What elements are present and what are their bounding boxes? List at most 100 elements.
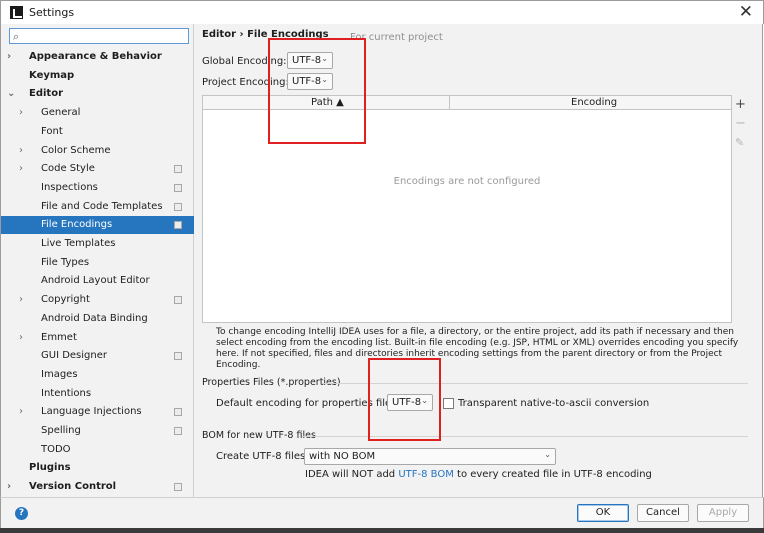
remove-icon[interactable]: − bbox=[735, 116, 746, 131]
sidebar-item-label: Language Injections bbox=[41, 406, 142, 418]
chevron-right-icon[interactable]: › bbox=[19, 104, 23, 122]
sidebar-item-label: Keymap bbox=[29, 69, 75, 81]
intellij-app-icon bbox=[10, 6, 23, 19]
empty-table-message: Encodings are not configured bbox=[393, 176, 541, 187]
sidebar-item[interactable]: File Types bbox=[1, 254, 194, 272]
sidebar-item-label: Live Templates bbox=[41, 238, 116, 249]
ok-button[interactable]: OK bbox=[577, 504, 629, 522]
section-divider bbox=[302, 436, 748, 437]
section-divider bbox=[322, 383, 748, 384]
sidebar-item-label: Android Data Binding bbox=[41, 312, 148, 324]
sidebar-item[interactable]: File and Code Templates bbox=[1, 198, 194, 216]
search-icon: ⌕ bbox=[13, 30, 20, 43]
chevron-right-icon[interactable]: › bbox=[19, 160, 23, 178]
transparent-conversion-label[interactable]: Transparent native-to-ascii conversion bbox=[458, 398, 649, 409]
sidebar-item[interactable]: › General bbox=[1, 104, 194, 122]
settings-sidebar: ⌕ › Appearance & Behavior Keymap ⌄ Editor › Ge… bbox=[0, 24, 194, 497]
sidebar-item[interactable]: Font bbox=[1, 123, 194, 141]
chevron-down-icon: ⌄ bbox=[421, 396, 428, 405]
sidebar-item-label: Inspections bbox=[41, 181, 98, 193]
sidebar-item[interactable]: Plugins bbox=[1, 459, 194, 477]
encoding-help-text: To change encoding IntelliJ IDEA uses fo… bbox=[216, 327, 739, 370]
project-settings-icon bbox=[174, 352, 182, 361]
project-encoding-select[interactable]: UTF-8 ⌄ bbox=[287, 73, 333, 90]
sidebar-item[interactable]: Spelling bbox=[1, 422, 194, 440]
project-settings-icon bbox=[174, 221, 182, 230]
sidebar-item-label: GUI Designer bbox=[41, 350, 107, 362]
project-settings-icon bbox=[174, 296, 182, 305]
sidebar-item-label: Editor bbox=[29, 88, 63, 100]
apply-button[interactable]: Apply bbox=[697, 504, 749, 522]
sidebar-item[interactable]: Intentions bbox=[1, 385, 194, 403]
project-encoding-label: Project Encoding: bbox=[202, 77, 289, 88]
sidebar-item[interactable]: Android Data Binding bbox=[1, 310, 194, 328]
column-header-path[interactable]: Path ▲ bbox=[311, 97, 344, 108]
properties-section-title: Properties Files (*.properties) bbox=[202, 377, 341, 388]
global-encoding-label: Global Encoding: bbox=[202, 56, 287, 67]
project-settings-icon bbox=[174, 483, 182, 492]
breadcrumb: Editor › File Encodings bbox=[202, 29, 329, 40]
properties-encoding-select[interactable]: UTF-8 ⌄ bbox=[387, 394, 433, 411]
project-settings-icon bbox=[174, 183, 182, 192]
title-bar: Settings ✕ bbox=[0, 0, 764, 24]
cancel-button[interactable]: Cancel bbox=[637, 504, 689, 522]
create-utf8-label: Create UTF-8 files: bbox=[216, 451, 309, 462]
sidebar-item-label: Intentions bbox=[41, 387, 92, 399]
sidebar-item[interactable]: Inspections bbox=[1, 179, 194, 197]
sidebar-item-label: Images bbox=[41, 368, 78, 380]
close-icon[interactable]: ✕ bbox=[739, 2, 753, 22]
sidebar-item[interactable]: Keymap bbox=[1, 67, 194, 85]
bom-note-prefix: IDEA will NOT add bbox=[305, 469, 399, 480]
sidebar-item[interactable]: Images bbox=[1, 366, 194, 384]
sidebar-item[interactable]: › Emmet bbox=[1, 329, 194, 347]
sidebar-item[interactable]: TODO bbox=[1, 441, 194, 459]
sidebar-item-label: File Encodings bbox=[41, 219, 113, 231]
sidebar-item[interactable]: › Version Control bbox=[1, 478, 194, 496]
bom-section-title: BOM for new UTF-8 files bbox=[202, 430, 316, 441]
chevron-right-icon[interactable]: › bbox=[19, 142, 23, 160]
chevron-down-icon: ⌄ bbox=[321, 54, 328, 63]
sidebar-item[interactable]: › Language Injections bbox=[1, 403, 194, 421]
sidebar-item-label: Copyright bbox=[41, 294, 90, 306]
global-encoding-value: UTF-8 bbox=[292, 55, 322, 66]
chevron-right-icon[interactable]: › bbox=[19, 329, 23, 347]
sidebar-item[interactable]: › Color Scheme bbox=[1, 142, 194, 160]
window-title: Settings bbox=[29, 6, 75, 19]
sidebar-item[interactable]: Android Layout Editor bbox=[1, 272, 194, 290]
chevron-right-icon[interactable]: › bbox=[19, 403, 23, 421]
project-settings-icon bbox=[174, 165, 182, 174]
chevron-right-icon[interactable]: › bbox=[7, 48, 11, 66]
sidebar-item-label: General bbox=[41, 107, 81, 119]
sidebar-item-label: Code Style bbox=[41, 163, 95, 175]
add-icon[interactable]: + bbox=[735, 97, 746, 112]
sidebar-item[interactable]: ⌄ Editor bbox=[1, 85, 194, 103]
edit-icon[interactable]: ✎ bbox=[735, 136, 744, 149]
chevron-right-icon[interactable]: › bbox=[7, 478, 11, 496]
chevron-down-icon[interactable]: ⌄ bbox=[7, 85, 15, 103]
utf8-bom-link[interactable]: UTF-8 BOM bbox=[398, 469, 454, 480]
default-properties-encoding-label: Default encoding for properties files: bbox=[216, 398, 400, 409]
create-utf8-bom-select[interactable]: with NO BOM ⌄ bbox=[304, 448, 556, 465]
sidebar-item-label: Spelling bbox=[41, 425, 81, 436]
transparent-conversion-checkbox[interactable] bbox=[443, 398, 454, 409]
column-divider bbox=[449, 96, 450, 110]
sidebar-item[interactable]: File Encodings bbox=[1, 216, 194, 235]
project-settings-icon bbox=[174, 408, 182, 417]
column-header-encoding[interactable]: Encoding bbox=[571, 97, 617, 108]
help-icon[interactable]: ? bbox=[15, 507, 28, 520]
sidebar-item[interactable]: › Copyright bbox=[1, 291, 194, 309]
chevron-down-icon: ⌄ bbox=[544, 450, 551, 459]
file-encodings-panel: Editor › File Encodings For current proj… bbox=[194, 24, 763, 497]
encodings-table[interactable]: Path ▲ Encoding Encodings are not config… bbox=[202, 95, 732, 323]
sidebar-item[interactable]: › Appearance & Behavior bbox=[1, 48, 194, 66]
sidebar-item-label: Font bbox=[41, 125, 63, 137]
settings-search-input[interactable]: ⌕ bbox=[9, 28, 189, 44]
sidebar-item[interactable]: Live Templates bbox=[1, 235, 194, 253]
sidebar-item-label: Color Scheme bbox=[41, 144, 111, 156]
chevron-right-icon[interactable]: › bbox=[19, 291, 23, 309]
global-encoding-select[interactable]: UTF-8 ⌄ bbox=[287, 52, 333, 69]
sidebar-item[interactable]: › Code Style bbox=[1, 160, 194, 178]
table-header: Path ▲ Encoding bbox=[203, 96, 731, 110]
sidebar-item[interactable]: GUI Designer bbox=[1, 347, 194, 365]
scope-note: For current project bbox=[350, 32, 443, 43]
